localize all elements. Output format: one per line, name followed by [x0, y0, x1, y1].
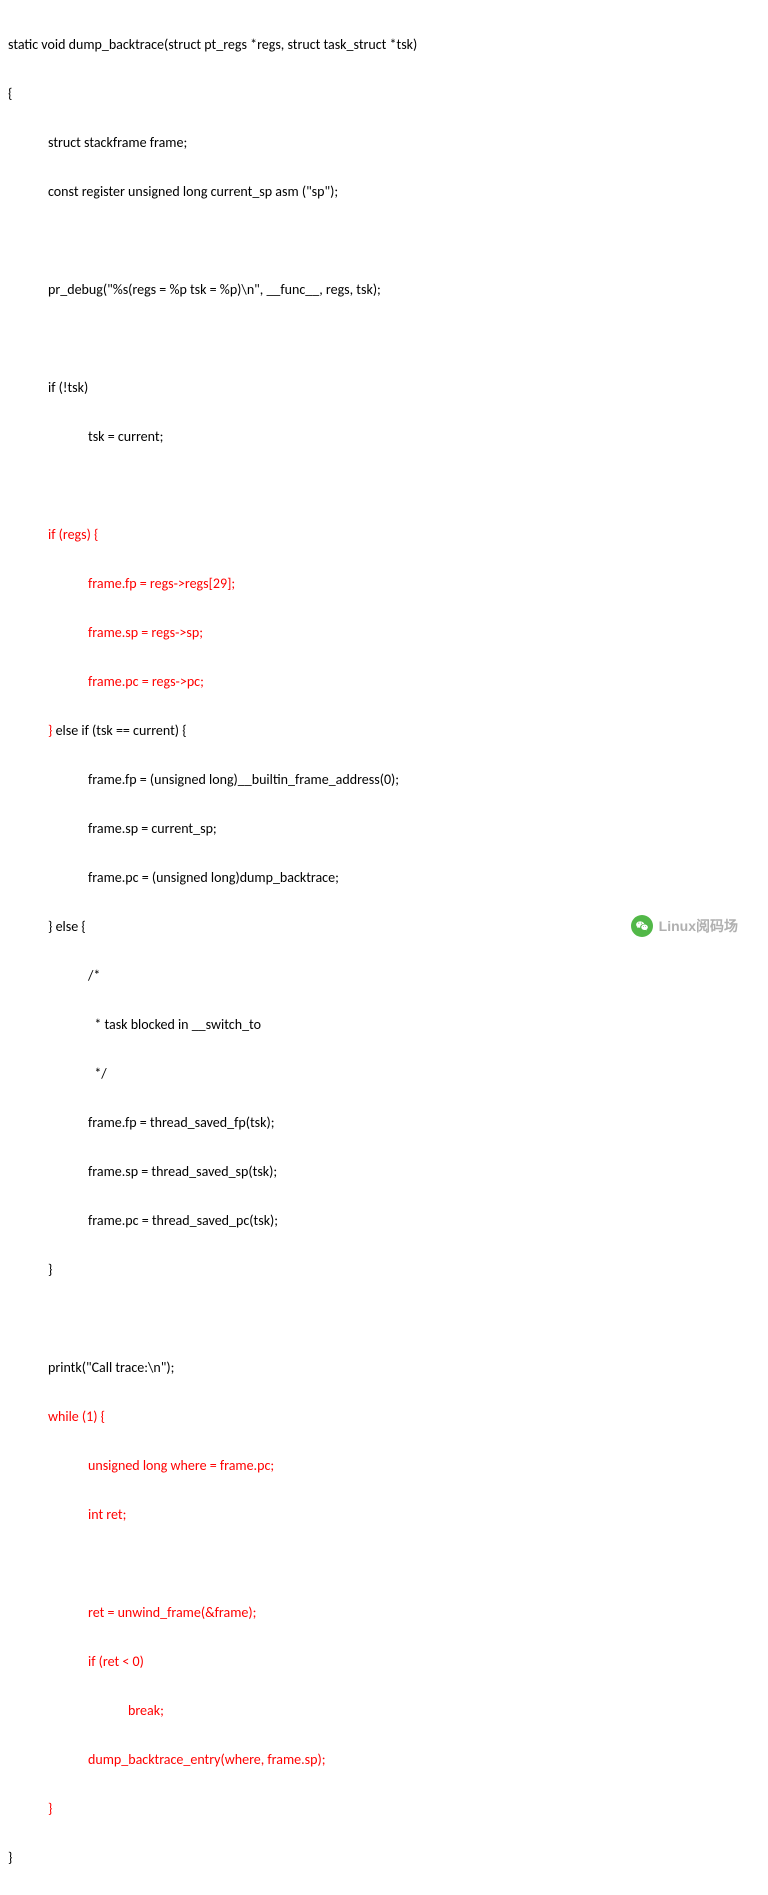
code-line: break;	[128, 1699, 760, 1724]
code-line: }	[8, 1846, 760, 1871]
code-line: */	[88, 1062, 760, 1087]
code-line: if (ret < 0)	[88, 1650, 760, 1675]
code-line: {	[8, 82, 760, 107]
code-line: const register unsigned long current_sp …	[48, 180, 760, 205]
code-line: }	[48, 1258, 760, 1283]
code-line: int ret;	[88, 1503, 760, 1528]
code-line: ret = unwind_frame(&frame);	[88, 1601, 760, 1626]
code-line: struct stackframe frame;	[48, 131, 760, 156]
code-line: frame.sp = current_sp;	[88, 817, 760, 842]
code-line: static void dump_backtrace(struct pt_reg…	[8, 33, 760, 58]
code-line: printk("Call trace:\n");	[48, 1356, 760, 1381]
code-block: static void dump_backtrace(struct pt_reg…	[8, 8, 760, 1895]
code-blank-line	[8, 1307, 760, 1332]
code-line: frame.fp = regs->regs[29];	[88, 572, 760, 597]
code-line: if (!tsk)	[48, 376, 760, 401]
code-blank-line	[8, 474, 760, 499]
code-line: frame.pc = thread_saved_pc(tsk);	[88, 1209, 760, 1234]
code-line: dump_backtrace_entry(where, frame.sp);	[88, 1748, 760, 1773]
code-line: pr_debug("%s(regs = %p tsk = %p)\n", __f…	[48, 278, 760, 303]
code-line: frame.fp = thread_saved_fp(tsk);	[88, 1111, 760, 1136]
code-line: * task blocked in __switch_to	[88, 1013, 760, 1038]
code-line: if (regs) {	[48, 523, 760, 548]
code-blank-line	[8, 229, 760, 254]
code-line: }	[48, 1797, 760, 1822]
code-line: frame.pc = (unsigned long)dump_backtrace…	[88, 866, 760, 891]
code-line: tsk = current;	[88, 425, 760, 450]
code-line: frame.pc = regs->pc;	[88, 670, 760, 695]
watermark: Linux阅码场	[631, 914, 738, 939]
code-line: /*	[88, 964, 760, 989]
code-line: unsigned long where = frame.pc;	[88, 1454, 760, 1479]
watermark-text: Linux阅码场	[659, 914, 738, 939]
code-line: frame.sp = regs->sp;	[88, 621, 760, 646]
wechat-icon	[631, 915, 653, 937]
code-line: while (1) {	[48, 1405, 760, 1430]
code-blank-line	[8, 327, 760, 352]
code-line: frame.sp = thread_saved_sp(tsk);	[88, 1160, 760, 1185]
code-line: frame.fp = (unsigned long)__builtin_fram…	[88, 768, 760, 793]
code-blank-line	[8, 1552, 760, 1577]
code-span: else if (tsk == current) {	[52, 722, 186, 739]
code-line: } else if (tsk == current) {	[48, 719, 760, 744]
